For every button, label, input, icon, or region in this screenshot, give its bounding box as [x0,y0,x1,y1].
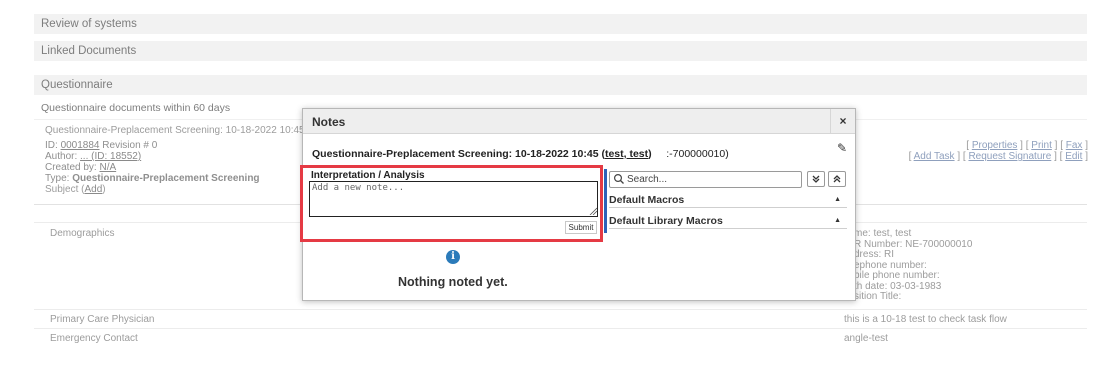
search-icon [613,173,624,184]
pcp-value: this is a 10-18 test to check task flow [844,314,1007,325]
emergency-contact-value: angle-test [844,333,888,344]
modal-subtitle: Questionnaire-Preplacement Screening: 10… [312,148,729,160]
doc-created-link[interactable]: N/A [99,162,116,173]
macro-panel-accent [604,169,607,233]
demographics-line: me: test, test [854,228,912,239]
demographics-line: ephone number: [854,259,927,271]
info-icon: i [446,250,460,264]
fax-link[interactable]: Fax [1066,140,1083,151]
edit-link[interactable]: Edit [1065,151,1082,162]
modal-title: Notes [312,115,346,129]
table-divider [34,309,1087,310]
double-chevron-up-icon [833,175,841,183]
subtitle-user-link[interactable]: test, test [605,148,648,160]
double-chevron-down-icon [812,175,820,183]
macro-group-label: Default Macros [609,194,685,206]
doc-title: Questionnaire-Preplacement Screening: 10… [45,125,305,136]
demographics-line: R Number: NE-700000010 [854,238,973,250]
subtitle-id: :-700000010) [666,148,729,160]
doc-created-line: Created by: N/A [45,162,116,173]
section-linked-documents[interactable]: Linked Documents [34,41,1087,61]
subtitle-prefix: Questionnaire-Preplacement Screening: 10… [312,148,605,160]
demographics-line: th date: 03-03-1983 [854,280,942,292]
caret-up-icon: ▲ [834,196,841,203]
macro-group-label: Default Library Macros [609,215,723,227]
section-review-of-systems[interactable]: Review of systems [34,14,1087,34]
doc-id-label: ID: [45,140,58,151]
macro-search[interactable] [609,171,802,188]
questionnaire-docs-heading: Questionnaire documents within 60 days [41,102,231,114]
doc-subject-line: Subject (Add) [45,184,106,195]
demographics-line: dress: RI [854,249,895,260]
expand-all-button[interactable] [828,171,846,187]
doc-id-line: ID: 0001884 Revision # 0 [45,140,157,151]
pcp-label: Primary Care Physician [50,314,155,325]
emergency-contact-label: Emergency Contact [50,333,138,344]
pencil-icon[interactable]: ✎ [837,141,847,155]
close-icon[interactable]: × [830,109,855,134]
empty-notes-message: Nothing noted yet. [398,275,508,289]
collapse-all-button[interactable] [807,171,825,187]
doc-subject-add-link[interactable]: Add [84,184,102,195]
doc-author-label: Author: [45,151,78,162]
doc-subject-label: Subject [45,184,79,195]
doc-author-line: Author: ... (ID: 18552) [45,151,141,162]
modal-header: Notes × [303,109,855,134]
doc-created-label: Created by: [45,162,97,173]
doc-type-value: Questionnaire-Preplacement Screening [72,173,260,184]
macro-search-input[interactable] [627,172,799,187]
doc-actions-row1: [ Properties ] [ Print ] [ Fax ] [966,140,1088,151]
demographics-line: bile phone number: [854,270,940,281]
properties-link[interactable]: Properties [972,140,1018,151]
highlight-box [300,165,603,242]
table-divider [34,328,1087,329]
macro-group-library[interactable]: Default Library Macros ▲ [609,213,847,229]
add-task-link[interactable]: Add Task [914,151,955,162]
subtitle-suffix: ) [648,148,652,160]
section-questionnaire[interactable]: Questionnaire [34,75,1087,95]
doc-id-link[interactable]: 0001884 [61,140,100,151]
demographics-label: Demographics [50,228,115,239]
macro-group-default[interactable]: Default Macros ▲ [609,192,847,208]
doc-actions-row2: [ Add Task ] [ Request Signature ] [ Edi… [908,151,1088,162]
print-link[interactable]: Print [1031,140,1052,151]
doc-type-label: Type: [45,173,70,184]
doc-type-line: Type: Questionnaire-Preplacement Screeni… [45,173,260,184]
doc-revision: Revision # 0 [102,140,158,151]
caret-up-icon: ▲ [834,217,841,224]
doc-author-link[interactable]: ... (ID: 18552) [80,151,141,162]
demographics-line: sition Title: [854,291,902,302]
request-signature-link[interactable]: Request Signature [968,151,1051,162]
